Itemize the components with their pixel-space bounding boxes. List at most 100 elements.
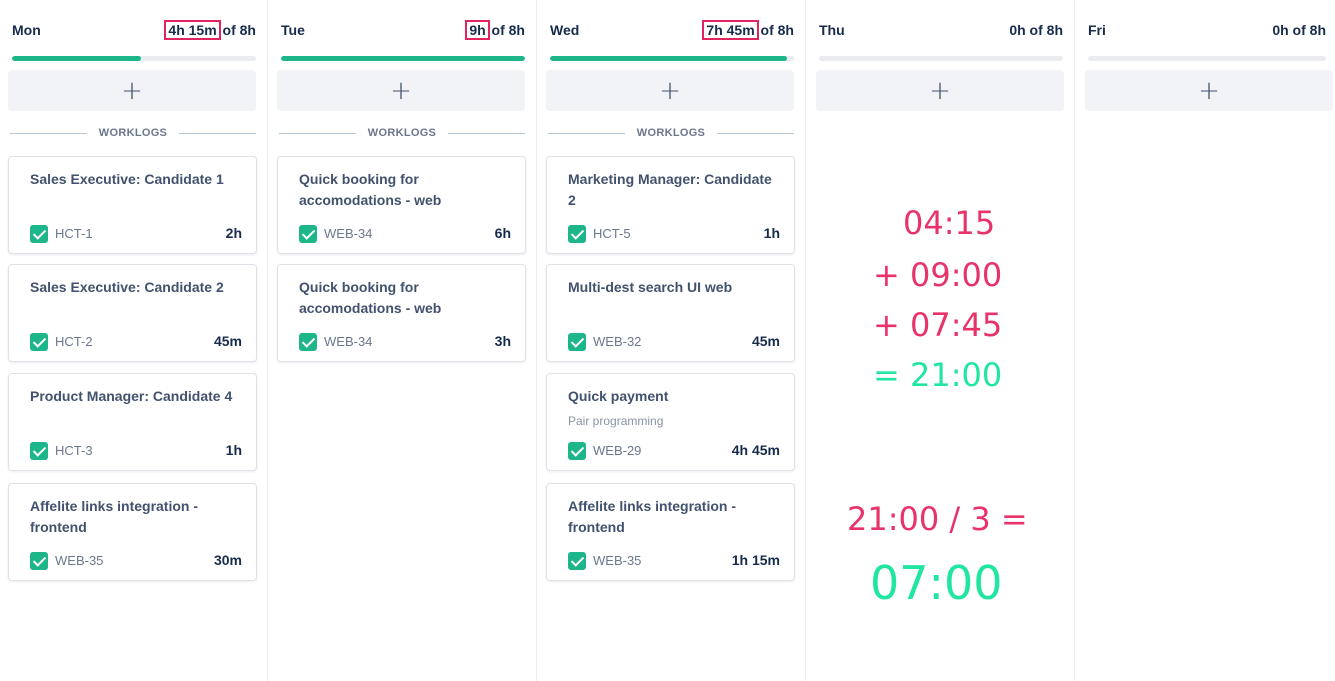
checkbox-icon [30, 333, 48, 351]
issue-key[interactable]: HCT-2 [55, 334, 93, 349]
day-hours: 4h 15m of 8h [164, 20, 256, 40]
day-progress-bar [1088, 56, 1326, 61]
add-worklog-button[interactable]: + [546, 70, 794, 111]
day-progress-bar [550, 56, 794, 61]
day-name: Mon [12, 22, 41, 38]
calc-line-5: 21:00 / 3 = [847, 500, 1028, 538]
worklog-card[interactable]: Affelite links integration - frontend WE… [8, 483, 257, 581]
worklog-duration: 45m [751, 333, 780, 349]
worklog-duration: 1h [225, 442, 242, 458]
progress-fill [550, 56, 787, 61]
progress-fill [12, 56, 142, 61]
calc-line-1: 04:15 [903, 204, 996, 242]
calc-line-2: + 09:00 [873, 256, 1003, 294]
worklog-card[interactable]: Multi-dest search UI web WEB-32 45m [546, 264, 795, 362]
day-column-fri: Fri 0h of 8h + [1076, 0, 1335, 681]
day-name: Wed [550, 22, 580, 38]
worklog-card[interactable]: Sales Executive: Candidate 2 HCT-2 45m [8, 264, 257, 362]
day-hours: 9h of 8h [465, 20, 525, 40]
issue-key[interactable]: HCT-1 [55, 226, 93, 241]
worklog-duration: 4h 45m [731, 442, 780, 458]
day-header: Tue 9h of 8h [281, 20, 525, 42]
day-name: Thu [819, 22, 845, 38]
issue-key[interactable]: HCT-5 [593, 226, 631, 241]
target-hours: of 8h [218, 22, 256, 38]
worklog-title: Affelite links integration - frontend [568, 498, 737, 535]
worklog-card[interactable]: Product Manager: Candidate 4 HCT-3 1h [8, 373, 257, 471]
worklog-title: Sales Executive: Candidate 2 [30, 279, 224, 295]
target-hours: of 8h [487, 22, 525, 38]
worklog-card[interactable]: Affelite links integration - frontend WE… [546, 483, 795, 581]
worklogs-divider: WORKLOGS [279, 124, 525, 142]
plus-icon: + [929, 75, 951, 106]
add-worklog-button[interactable]: + [1085, 70, 1333, 111]
worklogs-divider: WORKLOGS [548, 124, 794, 142]
checkbox-icon [299, 225, 317, 243]
worklog-title: Product Manager: Candidate 4 [30, 388, 233, 404]
checkbox-icon [30, 442, 48, 460]
logged-hours: 7h 45m [702, 20, 759, 40]
checkbox-icon [299, 333, 317, 351]
worklog-card[interactable]: Marketing Manager: Candidate 2 HCT-5 1h [546, 156, 795, 254]
day-hours: 0h of 8h [1272, 22, 1326, 38]
issue-key[interactable]: HCT-3 [55, 443, 93, 458]
timesheet-board: Mon 4h 15m of 8h + WORKLOGS Sales Execut… [0, 0, 1335, 681]
target-hours: of 8h [756, 22, 794, 38]
worklog-duration: 3h [494, 333, 511, 349]
day-header: Wed 7h 45m of 8h [550, 20, 794, 42]
worklog-description: Pair programming [568, 414, 664, 428]
worklogs-divider: WORKLOGS [10, 124, 256, 142]
logged-hours: 9h [465, 20, 490, 40]
worklog-card[interactable]: Quick booking for accomodations - web WE… [277, 264, 526, 362]
checkbox-icon [568, 333, 586, 351]
add-worklog-button[interactable]: + [816, 70, 1064, 111]
day-column-mon: Mon 4h 15m of 8h + WORKLOGS Sales Execut… [0, 0, 268, 681]
progress-fill [281, 56, 525, 61]
worklogs-label: WORKLOGS [636, 127, 706, 139]
day-name: Fri [1088, 22, 1106, 38]
add-worklog-button[interactable]: + [8, 70, 256, 111]
day-name: Tue [281, 22, 305, 38]
day-progress-bar [12, 56, 256, 61]
worklog-duration: 30m [213, 552, 242, 568]
worklog-card[interactable]: Quick payment Pair programming WEB-29 4h … [546, 373, 795, 471]
day-header: Mon 4h 15m of 8h [12, 20, 256, 42]
checkbox-icon [568, 552, 586, 570]
plus-icon: + [1198, 75, 1220, 106]
day-column-tue: Tue 9h of 8h + WORKLOGS Quick booking fo… [269, 0, 537, 681]
issue-key[interactable]: WEB-35 [55, 553, 103, 568]
checkbox-icon [568, 442, 586, 460]
worklog-duration: 1h [763, 225, 780, 241]
worklog-duration: 1h 15m [731, 552, 780, 568]
worklog-duration: 6h [494, 225, 511, 241]
issue-key[interactable]: WEB-29 [593, 443, 641, 458]
worklog-title: Quick booking for accomodations - web [299, 171, 442, 208]
calc-line-4: = 21:00 [873, 356, 1003, 394]
worklogs-label: WORKLOGS [98, 127, 168, 139]
issue-key[interactable]: WEB-34 [324, 226, 372, 241]
logged-hours: 4h 15m [164, 20, 221, 40]
day-progress-bar [281, 56, 525, 61]
day-progress-bar [819, 56, 1063, 61]
worklog-duration: 2h [225, 225, 242, 241]
issue-key[interactable]: WEB-32 [593, 334, 641, 349]
worklog-card[interactable]: Quick booking for accomodations - web WE… [277, 156, 526, 254]
worklogs-label: WORKLOGS [367, 127, 437, 139]
worklog-title: Quick payment [568, 388, 669, 404]
checkbox-icon [30, 552, 48, 570]
worklog-title: Quick booking for accomodations - web [299, 279, 442, 316]
issue-key[interactable]: WEB-35 [593, 553, 641, 568]
issue-key[interactable]: WEB-34 [324, 334, 372, 349]
worklog-card[interactable]: Sales Executive: Candidate 1 HCT-1 2h [8, 156, 257, 254]
worklog-title: Multi-dest search UI web [568, 279, 733, 295]
checkbox-icon [568, 225, 586, 243]
checkbox-icon [30, 225, 48, 243]
add-worklog-button[interactable]: + [277, 70, 525, 111]
day-hours: 0h of 8h [1009, 22, 1063, 38]
day-column-wed: Wed 7h 45m of 8h + WORKLOGS Marketing Ma… [538, 0, 806, 681]
plus-icon: + [390, 75, 412, 106]
plus-icon: + [121, 75, 143, 106]
calc-result: 07:00 [870, 556, 1003, 610]
worklog-title: Affelite links integration - frontend [30, 498, 199, 535]
worklog-title: Marketing Manager: Candidate 2 [568, 171, 772, 208]
